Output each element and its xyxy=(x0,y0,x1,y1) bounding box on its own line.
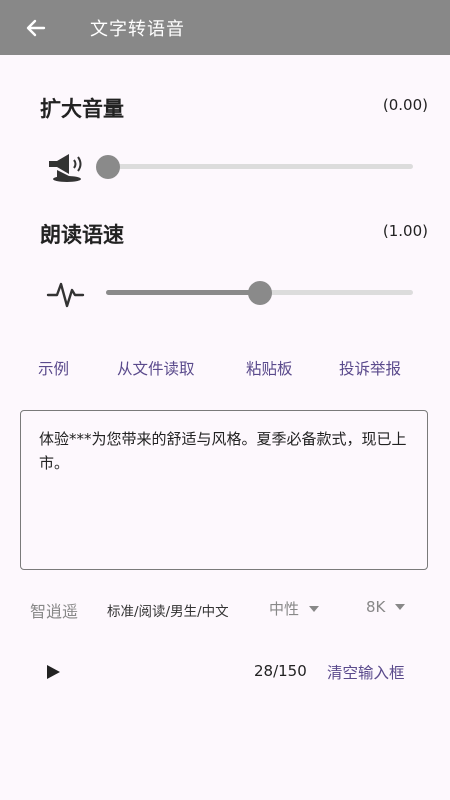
voice-description: 标准/阅读/男生/中文 xyxy=(107,604,229,620)
app-bar: 文字转语音 xyxy=(0,0,450,55)
playback-bar: 28/150 清空输入框 xyxy=(0,660,450,686)
page-title: 文字转语音 xyxy=(90,19,185,40)
chevron-down-icon xyxy=(395,604,406,610)
action-links: 示例 从文件读取 粘贴板 投诉举报 xyxy=(0,357,450,381)
voice-options: 智逍遥 标准/阅读/男生/中文 中性 8K xyxy=(0,598,450,622)
volume-title: 扩大音量 xyxy=(40,97,124,121)
speaker-icon xyxy=(45,150,87,184)
speed-value: (1.00) xyxy=(382,222,428,240)
speed-title: 朗读语速 xyxy=(40,223,124,247)
read-from-file-link[interactable]: 从文件读取 xyxy=(117,357,195,379)
speed-slider-thumb[interactable] xyxy=(247,281,272,305)
voice-name[interactable]: 智逍遥 xyxy=(30,598,78,622)
clipboard-link[interactable]: 粘贴板 xyxy=(246,357,293,379)
emotion-dropdown[interactable]: 中性 xyxy=(269,598,320,619)
emotion-value: 中性 xyxy=(269,600,300,618)
back-button[interactable] xyxy=(22,14,50,42)
sample-rate-dropdown[interactable]: 8K xyxy=(366,598,406,616)
sample-rate-value: 8K xyxy=(366,598,386,616)
chevron-down-icon xyxy=(309,605,320,612)
volume-slider[interactable] xyxy=(106,164,413,169)
clear-input-button[interactable]: 清空输入框 xyxy=(327,661,405,683)
character-counter: 28/150 xyxy=(254,662,307,680)
volume-slider-thumb[interactable] xyxy=(96,155,120,179)
arrow-left-icon xyxy=(26,19,46,37)
example-link[interactable]: 示例 xyxy=(38,357,69,379)
play-button[interactable] xyxy=(44,663,62,681)
speed-slider-fill xyxy=(106,290,260,295)
report-link[interactable]: 投诉举报 xyxy=(339,357,401,379)
text-input[interactable]: 体验***为您带来的舒适与风格。夏季必备款式，现已上市。 xyxy=(20,410,428,570)
play-icon xyxy=(47,665,60,679)
volume-value: (0.00) xyxy=(382,96,428,114)
waveform-icon xyxy=(45,278,87,312)
